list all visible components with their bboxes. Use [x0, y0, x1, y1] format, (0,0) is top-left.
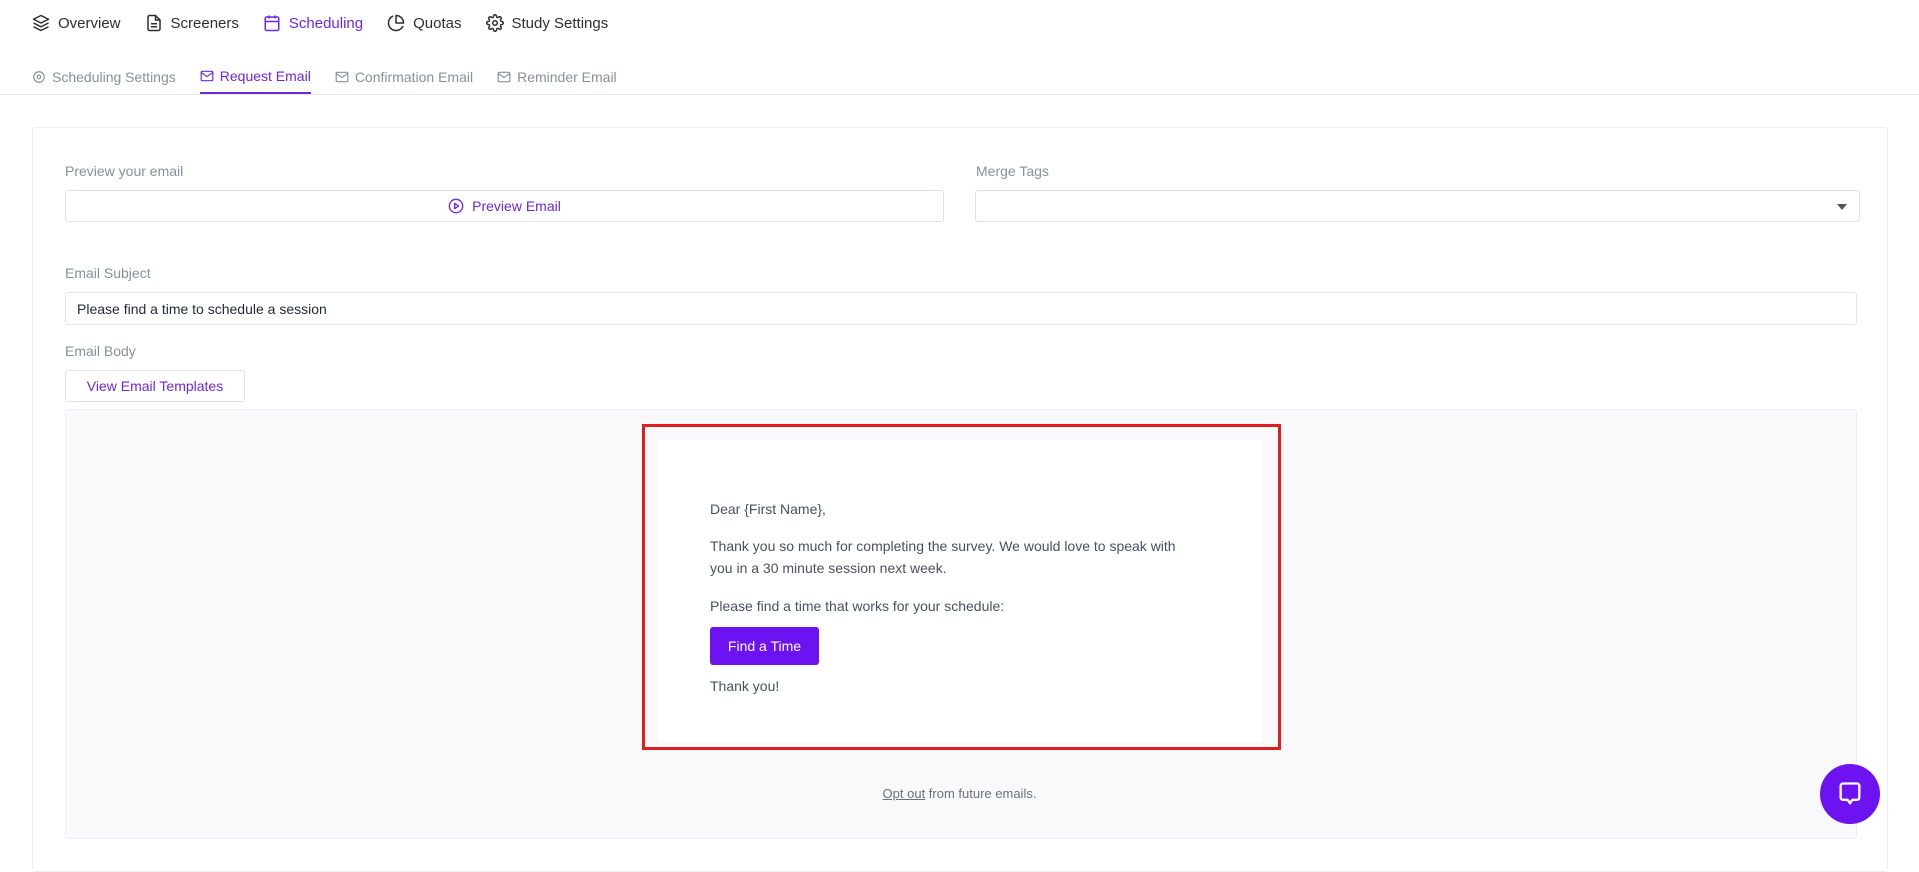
mail-icon — [497, 71, 511, 83]
optout-link[interactable]: Opt out — [883, 786, 926, 801]
email-signoff: Thank you! — [710, 678, 780, 694]
nav-study-settings[interactable]: Study Settings — [485, 14, 609, 32]
nav-quotas-label: Quotas — [413, 14, 462, 32]
merge-tags-label: Merge Tags — [976, 163, 1049, 179]
document-icon — [146, 14, 161, 32]
find-a-time-button[interactable]: Find a Time — [710, 627, 819, 665]
nav-quotas[interactable]: Quotas — [387, 14, 462, 32]
tab-request-email[interactable]: Request Email — [199, 66, 311, 94]
nav-screeners-label: Screeners — [170, 14, 239, 32]
email-line-1b: you in a 30 minute session next week. — [710, 560, 947, 576]
tab-confirmation-email-label: Confirmation Email — [354, 69, 474, 85]
email-greeting: Dear {First Name}, — [710, 501, 826, 517]
chat-bubble-icon — [1839, 782, 1861, 805]
tabs-divider — [0, 94, 1919, 95]
view-email-templates-button[interactable]: View Email Templates — [65, 370, 245, 402]
preview-email-button[interactable]: Preview Email — [65, 190, 944, 222]
preview-label: Preview your email — [65, 163, 184, 179]
mail-icon — [335, 71, 349, 83]
tab-request-email-label: Request Email — [219, 68, 311, 84]
optout-suffix: from future emails. — [925, 786, 1037, 801]
body-label: Email Body — [65, 343, 136, 359]
layers-icon — [32, 14, 50, 32]
email-subject-input[interactable] — [65, 292, 1857, 325]
email-tabs: Scheduling Settings Request Email Confir… — [32, 66, 617, 94]
highlight-box — [642, 424, 1281, 750]
top-nav: Overview Screeners Scheduling Quotas Stu… — [32, 10, 608, 36]
tab-reminder-email[interactable]: Reminder Email — [497, 66, 617, 94]
tab-confirmation-email[interactable]: Confirmation Email — [335, 66, 473, 94]
gear-icon — [485, 14, 504, 32]
pie-chart-icon — [387, 14, 405, 32]
nav-overview-label: Overview — [58, 14, 121, 32]
chat-support-button[interactable] — [1820, 764, 1880, 824]
nav-screeners[interactable]: Screeners — [145, 14, 239, 32]
tab-scheduling-settings-label: Scheduling Settings — [52, 69, 176, 85]
tab-reminder-email-label: Reminder Email — [517, 69, 617, 85]
nav-scheduling[interactable]: Scheduling — [263, 14, 363, 32]
optout-text: Opt out from future emails. — [0, 786, 1919, 801]
preview-email-label: Preview Email — [472, 198, 561, 214]
play-circle-icon — [448, 198, 464, 214]
nav-study-settings-label: Study Settings — [511, 14, 609, 32]
chevron-down-icon — [1837, 204, 1847, 210]
nav-overview[interactable]: Overview — [32, 14, 121, 32]
subject-label: Email Subject — [65, 265, 151, 281]
email-line-2: Please find a time that works for your s… — [710, 598, 1005, 614]
email-line-1a: Thank you so much for completing the sur… — [710, 538, 1176, 554]
gear-icon — [33, 71, 45, 83]
merge-tags-select[interactable] — [975, 190, 1860, 222]
nav-scheduling-label: Scheduling — [288, 14, 364, 32]
calendar-icon — [264, 15, 280, 32]
tab-scheduling-settings[interactable]: Scheduling Settings — [32, 66, 176, 94]
mail-icon — [200, 70, 214, 82]
